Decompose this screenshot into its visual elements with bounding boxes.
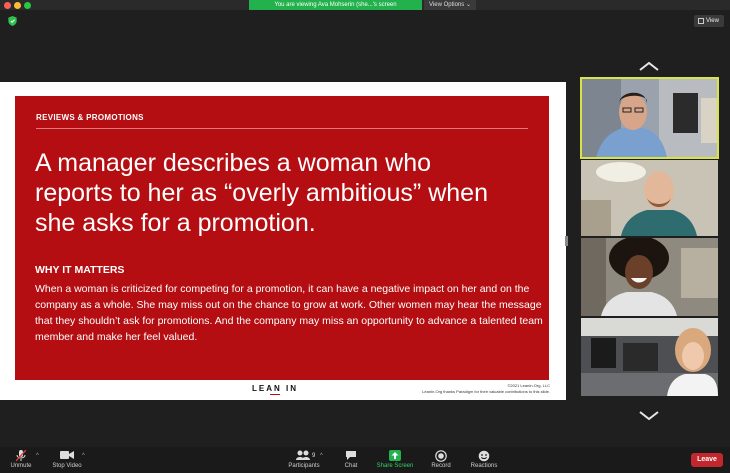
view-button[interactable]: View xyxy=(694,15,724,27)
record-label: Record xyxy=(431,463,451,469)
participant-video xyxy=(581,78,718,158)
reactions-button[interactable]: Reactions xyxy=(466,449,502,473)
participants-label: Participants xyxy=(288,463,320,469)
slide-panel: REVIEWS & PROMOTIONS A manager describes… xyxy=(15,96,549,380)
participant-video-tile[interactable] xyxy=(581,238,718,316)
kicker-divider xyxy=(36,128,528,129)
participant-video-tile[interactable] xyxy=(581,318,718,396)
grid-icon xyxy=(698,18,704,24)
credit-text: LeanIn.Org thanks Paradigm for their val… xyxy=(422,389,550,394)
panel-splitter-handle[interactable] xyxy=(565,236,568,246)
chevron-up-icon[interactable] xyxy=(638,60,660,72)
record-button[interactable]: Record xyxy=(426,449,456,473)
shared-screen: REVIEWS & PROMOTIONS A manager describes… xyxy=(0,82,566,400)
view-options-button[interactable]: View Options ⌄ xyxy=(424,0,476,10)
meeting-toolbar: Unmute ^ Stop Video ^ 9 Participants ^ C… xyxy=(0,447,730,473)
chat-button[interactable]: Chat xyxy=(338,449,364,473)
title-bar: You are viewing Ava Mohserin (she...'s s… xyxy=(0,0,730,10)
participant-video xyxy=(581,160,718,236)
chevron-down-icon[interactable] xyxy=(638,410,660,422)
record-icon xyxy=(435,450,447,462)
reactions-label: Reactions xyxy=(470,463,498,469)
participant-video-tile[interactable] xyxy=(581,160,718,236)
logo-underline xyxy=(270,394,280,395)
shield-icon[interactable] xyxy=(8,16,17,26)
unmute-label: Unmute xyxy=(10,463,32,469)
audio-options-caret[interactable]: ^ xyxy=(36,453,39,459)
stop-video-label: Stop Video xyxy=(52,463,82,469)
microphone-muted-icon xyxy=(16,450,26,462)
people-icon xyxy=(296,450,310,460)
participant-video xyxy=(581,318,718,396)
fullscreen-window-button[interactable] xyxy=(24,2,31,9)
video-camera-icon xyxy=(60,451,74,459)
unmute-button[interactable]: Unmute xyxy=(6,449,36,473)
share-arrow-icon xyxy=(389,450,401,461)
slide-kicker: REVIEWS & PROMOTIONS xyxy=(36,113,144,122)
chat-bubble-icon xyxy=(346,451,356,460)
view-label: View xyxy=(706,18,719,24)
video-options-caret[interactable]: ^ xyxy=(82,453,85,459)
minimize-window-button[interactable] xyxy=(14,2,21,9)
participants-count: 9 xyxy=(312,453,316,459)
smiley-icon xyxy=(478,450,490,462)
chat-label: Chat xyxy=(344,463,358,469)
copyright-text: ©2021 LeanIn.Org, LLC xyxy=(507,383,550,388)
participants-options-caret[interactable]: ^ xyxy=(320,453,323,459)
participant-video-tile[interactable] xyxy=(580,77,719,159)
stop-video-button[interactable]: Stop Video xyxy=(48,449,86,473)
lean-in-logo: LEAN IN xyxy=(252,384,298,393)
participants-button[interactable]: 9 Participants xyxy=(284,449,324,473)
why-it-matters-heading: WHY IT MATTERS xyxy=(35,264,125,276)
screen-share-banner: You are viewing Ava Mohserin (she...'s s… xyxy=(249,0,422,10)
share-screen-label: Share Screen xyxy=(376,463,414,469)
participant-video xyxy=(581,238,718,316)
why-it-matters-body: When a woman is criticized for competing… xyxy=(35,283,543,343)
slide-headline: A manager describes a woman who reports … xyxy=(35,149,488,237)
close-window-button[interactable] xyxy=(4,2,11,9)
leave-meeting-button[interactable]: Leave xyxy=(691,453,723,467)
share-screen-button[interactable]: Share Screen xyxy=(372,449,418,473)
